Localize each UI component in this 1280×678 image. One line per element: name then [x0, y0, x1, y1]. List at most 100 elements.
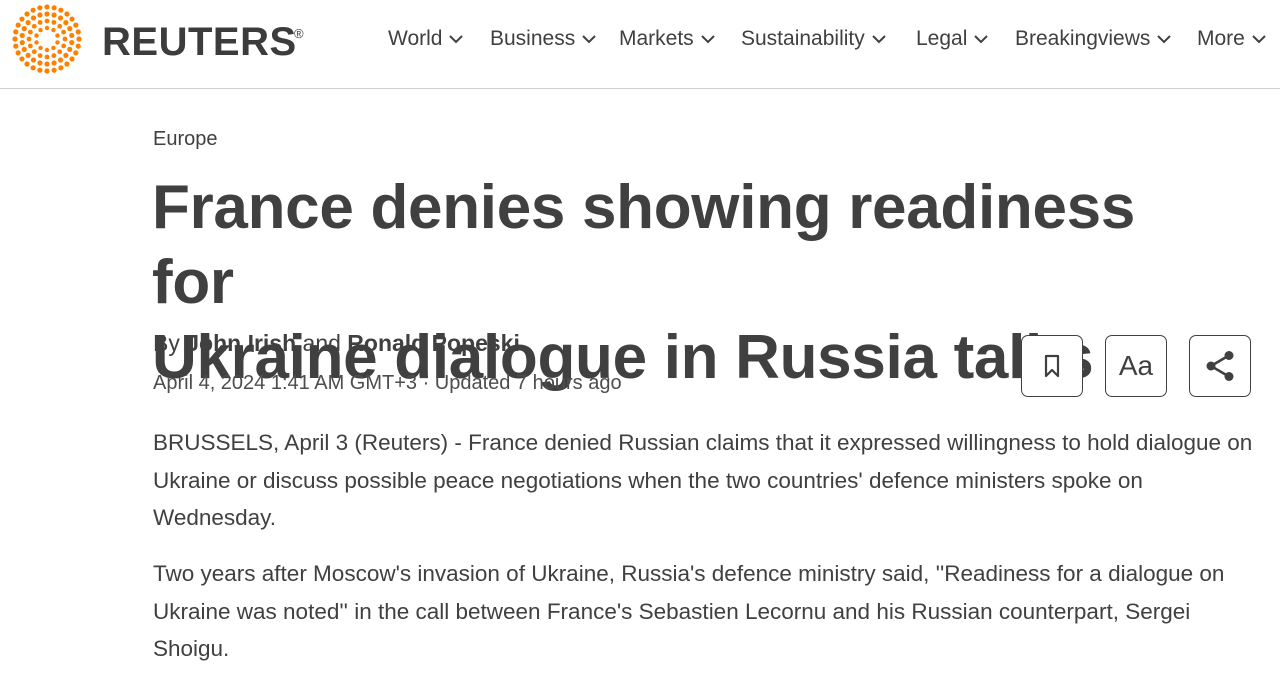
nav-item-more[interactable]: More — [1197, 22, 1267, 56]
chevron-down-icon — [448, 31, 464, 47]
share-icon — [1206, 351, 1234, 381]
nav-item-label: More — [1197, 27, 1245, 50]
logo-dot — [69, 56, 75, 62]
logo-dot — [51, 67, 57, 73]
logo-dot — [37, 60, 43, 66]
logo-dot — [34, 40, 39, 45]
logo-dot — [63, 52, 69, 58]
logo-dot — [31, 23, 37, 29]
logo-dot — [61, 43, 67, 49]
chevron-down-icon — [871, 31, 887, 47]
logo-dot — [44, 18, 50, 24]
logo-dot — [75, 29, 81, 35]
logo-dot — [64, 61, 70, 67]
logo-dot — [57, 49, 63, 55]
logo-dot — [19, 39, 25, 46]
logo-dot — [30, 57, 37, 63]
logo-dot — [44, 54, 50, 60]
logo-dot — [44, 68, 50, 74]
nav-item-world[interactable]: World — [388, 22, 464, 56]
bookmark-button[interactable] — [1021, 335, 1083, 397]
chevron-down-icon — [581, 31, 597, 47]
logo-dot — [62, 36, 68, 42]
logo-dot — [51, 19, 57, 25]
nav-item-label: Breakingviews — [1015, 27, 1151, 50]
logo-dot — [30, 15, 37, 21]
nav-item-label: Markets — [619, 27, 694, 50]
font-size-button[interactable]: Aa — [1105, 335, 1167, 397]
logo-dot — [55, 40, 60, 45]
nav-item-label: Business — [490, 27, 576, 50]
logo-dot — [44, 4, 50, 10]
nav-item-legal[interactable]: Legal — [916, 22, 989, 56]
logo-dot — [51, 27, 56, 33]
logo-dot — [57, 23, 63, 29]
logo-dot — [25, 20, 31, 26]
logo-dot — [37, 19, 43, 25]
logo-dot — [25, 52, 31, 58]
logo-dot — [58, 7, 64, 13]
chevron-down-icon — [1251, 31, 1267, 47]
logo-dot — [57, 15, 64, 21]
logo-dot — [69, 16, 75, 22]
article-headline: France denies showing readiness for Ukra… — [152, 170, 1152, 395]
article-paragraph: Two years after Moscow's invasion of Ukr… — [153, 561, 1225, 661]
logo-dot — [37, 12, 43, 18]
logo-dot — [13, 29, 19, 35]
logo-dot — [12, 36, 18, 42]
logo-dot — [67, 46, 73, 52]
nav-item-sustainability[interactable]: Sustainability — [741, 22, 887, 56]
logo-dot — [51, 5, 57, 11]
share-button[interactable] — [1189, 335, 1251, 397]
reuters-logo-mark-icon — [12, 4, 82, 74]
logo-dot — [44, 61, 50, 67]
logo-dot — [15, 50, 21, 56]
logo-dot — [24, 61, 30, 67]
author-link-john-irish[interactable]: John Irish — [186, 330, 296, 356]
logo-dot — [57, 57, 64, 63]
byline-prefix: By — [153, 330, 180, 356]
nav-item-label: World — [388, 27, 443, 50]
logo-dot — [51, 53, 57, 59]
logo-dot — [27, 43, 33, 49]
article-paragraph: BRUSSELS, April 3 (Reuters) - France den… — [153, 430, 1253, 530]
logo-dot — [38, 27, 43, 33]
logo-dot — [69, 39, 75, 46]
logo-dot — [38, 45, 43, 51]
logo-dot — [37, 53, 43, 59]
byline-conjunction: and — [302, 330, 341, 356]
reuters-logo[interactable]: REUTERS ® — [10, 4, 304, 74]
logo-dot — [51, 45, 56, 51]
byline: By John Irish and Ronald Popeski — [153, 330, 520, 357]
logo-dot — [34, 33, 39, 38]
logo-dot — [19, 56, 25, 62]
logo-dot — [51, 60, 57, 66]
logo-dot — [75, 43, 81, 49]
font-size-label: Aa — [1118, 350, 1154, 381]
nav-item-business[interactable]: Business — [490, 22, 597, 56]
chevron-down-icon — [700, 31, 716, 47]
registered-mark: ® — [294, 26, 304, 41]
logo-dot — [76, 36, 82, 42]
logo-dot — [63, 20, 69, 26]
logo-dot — [30, 65, 36, 71]
section-link-europe[interactable]: Europe — [153, 128, 218, 151]
logo-dot — [69, 32, 75, 39]
chevron-down-icon — [973, 31, 989, 47]
logo-dot — [30, 7, 36, 13]
logo-dot — [19, 16, 25, 22]
logo-dot — [31, 49, 37, 55]
nav-item-label: Legal — [916, 27, 968, 50]
article-dateline: April 4, 2024 1:41 AM GMT+3 · Updated 7 … — [153, 372, 622, 394]
logo-dot — [27, 29, 33, 35]
logo-dot — [55, 33, 60, 38]
logo-dot — [24, 11, 30, 17]
logo-dot — [61, 29, 67, 35]
author-link-ronald-popeski[interactable]: Ronald Popeski — [347, 330, 520, 356]
brand-name: REUTERS — [102, 20, 297, 64]
logo-dot — [19, 32, 25, 39]
nav-item-label: Sustainability — [741, 27, 865, 50]
nav-item-breakingviews[interactable]: Breakingviews — [1015, 22, 1172, 56]
nav-item-markets[interactable]: Markets — [619, 22, 716, 56]
logo-dot — [44, 25, 50, 31]
